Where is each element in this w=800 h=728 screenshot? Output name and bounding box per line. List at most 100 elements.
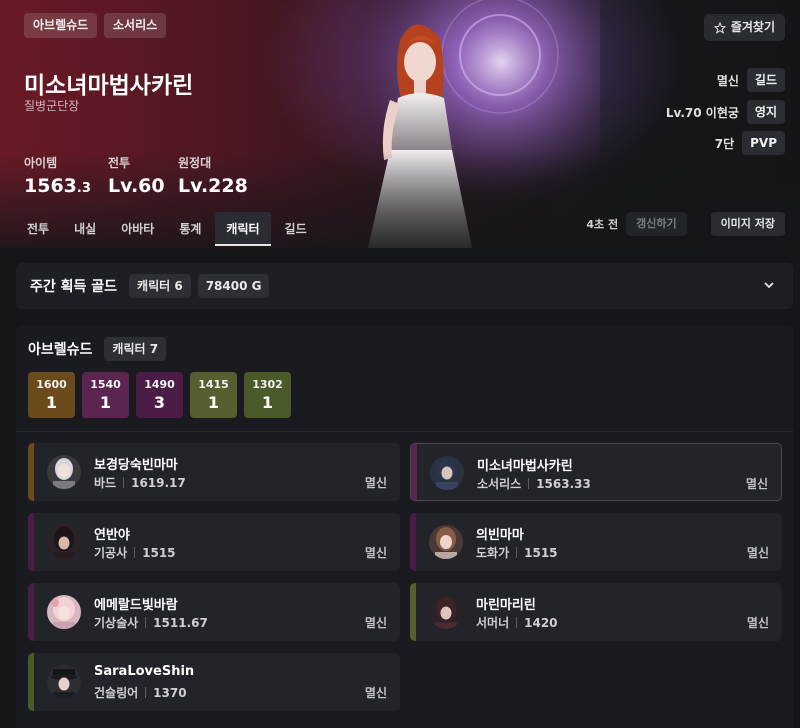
- separator: [145, 617, 147, 628]
- avatar: [429, 595, 463, 629]
- level-color-bar: [410, 513, 416, 571]
- tab-guild[interactable]: 길드: [274, 212, 318, 246]
- favorite-button[interactable]: 즐겨찾기: [703, 14, 785, 41]
- refresh-area: 4초 전 갱신하기 이미지 저장: [586, 212, 785, 236]
- pvp-pill: PVP: [742, 131, 785, 155]
- weekly-gold-title: 주간 획득 골드: [30, 279, 118, 295]
- stat-value: Lv.228: [178, 175, 248, 197]
- character-guild: 멸신: [364, 616, 387, 630]
- level-badge: 1302 1: [244, 372, 291, 418]
- chevron-down-icon[interactable]: [763, 279, 775, 291]
- avatar: [47, 595, 81, 629]
- pvp-rank: 7단: [714, 136, 735, 151]
- tab-battle[interactable]: 전투: [16, 212, 60, 246]
- character-level: 1619.17: [131, 475, 186, 490]
- tab-inner[interactable]: 내실: [63, 212, 107, 246]
- divider: [16, 431, 793, 432]
- level-color-bar: [411, 444, 417, 500]
- level-badge: 1490 3: [136, 372, 183, 418]
- stat-value: 1563.3: [24, 175, 91, 197]
- save-image-button[interactable]: 이미지 저장: [710, 212, 785, 236]
- estate-name: Lv.70 이현궁: [665, 105, 739, 120]
- character-card[interactable]: 연반야 기공사 1515 멸신: [28, 513, 400, 571]
- character-card[interactable]: 에메랄드빛바람 기상술사 1511.67 멸신: [28, 583, 400, 641]
- character-info: 소서리스 1563.33: [477, 475, 591, 492]
- guild-pill: 길드: [746, 68, 785, 92]
- avatar: [47, 665, 81, 699]
- avatar: [47, 455, 81, 489]
- info-row-estate: Lv.70 이현궁 영지: [666, 100, 785, 124]
- badge-count: 1: [207, 393, 220, 412]
- level-badge: 1540 1: [82, 372, 129, 418]
- level-distribution: 1600 1 1540 1 1490 3 1415 1 1302 1: [28, 372, 291, 418]
- level-color-bar: [28, 653, 34, 711]
- info-row-guild: 멸신 길드: [717, 68, 785, 92]
- character-name: 에메랄드빛바람: [94, 598, 178, 613]
- character-card[interactable]: 의빈마마 도화가 1515 멸신: [410, 513, 782, 571]
- separator: [123, 477, 125, 488]
- level-badge: 1600 1: [28, 372, 75, 418]
- tab-stats[interactable]: 통계: [168, 212, 212, 246]
- character-guild: 멸신: [364, 476, 387, 490]
- character-guild: 멸신: [364, 546, 387, 560]
- tab-avatar[interactable]: 아바타: [110, 212, 165, 246]
- character-level: 1370: [153, 685, 187, 700]
- stat-item-level: 아이템 1563.3: [24, 154, 91, 197]
- level-badge: 1415 1: [190, 372, 237, 418]
- class-tag[interactable]: 소서리스: [104, 13, 167, 38]
- server-name: 아브렐슈드: [28, 342, 93, 358]
- character-name: 마린마리린: [476, 598, 536, 613]
- server-character-count: 캐릭터 7: [104, 337, 167, 361]
- character-info: 건슬링어 1370: [94, 684, 187, 701]
- guild-name: 멸신: [716, 73, 739, 88]
- character-card[interactable]: 미소녀마법사카린 소서리스 1563.33 멸신: [410, 443, 782, 501]
- stat-label: 아이템: [24, 156, 58, 170]
- level-color-bar: [410, 583, 416, 641]
- character-level: 1515: [524, 545, 558, 560]
- character-guild: 멸신: [364, 686, 387, 700]
- character-class: 기공사: [94, 546, 128, 560]
- stat-label: 전투: [108, 156, 131, 170]
- character-card[interactable]: SaraLoveShin 건슬링어 1370 멸신: [28, 653, 400, 711]
- profile-hero: 아브렐슈드 소서리스 미소녀마법사카린 질병군단장 아이템 1563.3 전투 …: [0, 0, 800, 248]
- level-color-bar: [28, 513, 34, 571]
- favorite-label: 즐겨찾기: [730, 20, 775, 34]
- character-class: 도화가: [476, 546, 510, 560]
- character-info: 서머너 1420: [476, 614, 558, 631]
- last-updated: 4초 전: [586, 218, 619, 231]
- stat-battle-level: 전투 Lv.60: [108, 154, 165, 197]
- character-info: 기공사 1515: [94, 544, 176, 561]
- separator: [516, 617, 518, 628]
- character-class: 소서리스: [477, 477, 522, 491]
- character-card[interactable]: 보경당숙빈마마 바드 1619.17 멸신: [28, 443, 400, 501]
- badge-count: 1: [45, 393, 58, 412]
- tab-characters[interactable]: 캐릭터: [215, 212, 271, 246]
- stat-expedition-level: 원정대 Lv.228: [178, 154, 248, 197]
- character-info: 기상술사 1511.67: [94, 614, 208, 631]
- stat-value: Lv.60: [108, 175, 165, 197]
- character-class: 서머너: [476, 616, 510, 630]
- character-name: 연반야: [94, 528, 130, 543]
- character-name: SaraLoveShin: [94, 664, 195, 679]
- avatar: [430, 456, 464, 490]
- level-color-bar: [28, 583, 34, 641]
- star-icon: [713, 21, 726, 34]
- weekly-gold-panel[interactable]: 주간 획득 골드 캐릭터 6 78400 G: [16, 263, 793, 309]
- character-title: 질병군단장: [24, 99, 80, 113]
- server-tag[interactable]: 아브렐슈드: [24, 13, 98, 38]
- character-level: 1515: [142, 545, 176, 560]
- refresh-button[interactable]: 갱신하기: [626, 212, 687, 236]
- character-info: 도화가 1515: [476, 544, 558, 561]
- gold-amount: 78400 G: [197, 274, 270, 298]
- avatar: [429, 525, 463, 559]
- character-class: 기상술사: [94, 616, 139, 630]
- separator: [145, 687, 147, 698]
- character-card[interactable]: 마린마리린 서머너 1420 멸신: [410, 583, 782, 641]
- badge-level: 1302: [252, 378, 283, 391]
- character-class: 바드: [94, 476, 117, 490]
- badge-count: 3: [153, 393, 166, 412]
- character-name: 미소녀마법사카린: [477, 459, 573, 474]
- stat-label: 원정대: [178, 156, 212, 170]
- badge-level: 1600: [36, 378, 67, 391]
- character-name: 미소녀마법사카린: [24, 73, 194, 99]
